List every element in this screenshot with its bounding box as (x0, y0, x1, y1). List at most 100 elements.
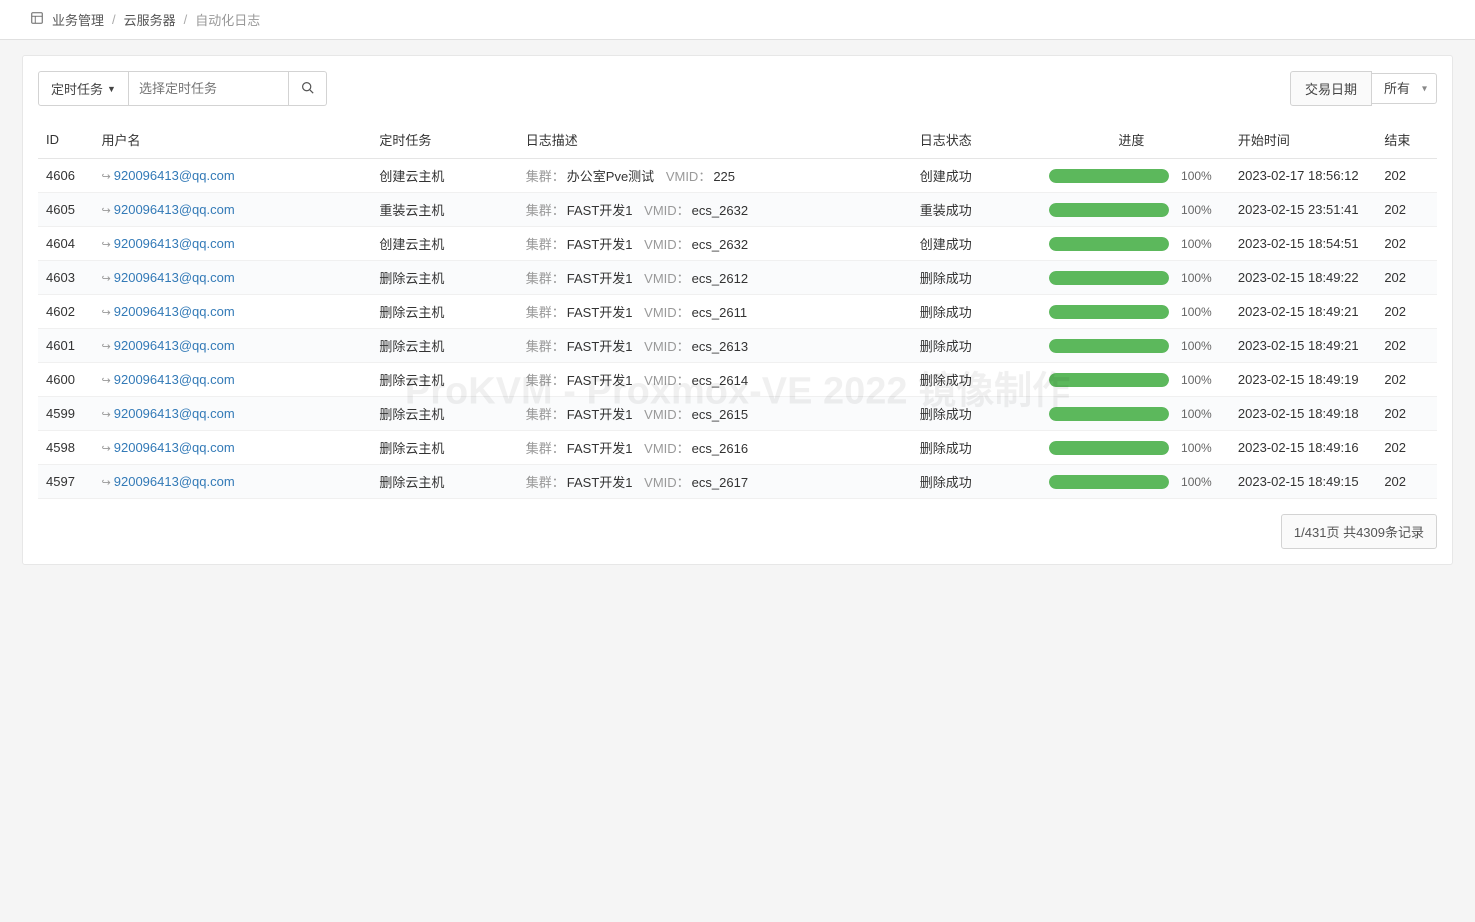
cell-end: 202 (1376, 363, 1437, 397)
progress-text: 100% (1179, 169, 1214, 183)
filter-dropdown-button[interactable]: 定时任务 ▼ (38, 71, 129, 106)
date-filter-select[interactable]: 所有 (1372, 73, 1437, 104)
vmid-label: VMID： (644, 373, 690, 388)
cell-user: ↪920096413@qq.com (94, 159, 372, 193)
external-link-icon: ↪ (102, 443, 111, 455)
cell-progress: 100% (1033, 329, 1230, 363)
user-link[interactable]: 920096413@qq.com (114, 168, 235, 183)
cell-start: 2023-02-15 18:49:22 (1230, 261, 1376, 295)
cell-desc: 集群：FAST开发1 VMID：ecs_2614 (518, 363, 912, 397)
cell-end: 202 (1376, 295, 1437, 329)
user-link[interactable]: 920096413@qq.com (114, 406, 235, 421)
cell-id: 4603 (38, 261, 94, 295)
cell-id: 4606 (38, 159, 94, 193)
cluster-label: 集群： (526, 373, 565, 388)
cluster-value: FAST开发1 (567, 373, 633, 388)
user-link[interactable]: 920096413@qq.com (114, 202, 235, 217)
breadcrumb-item-2[interactable]: 云服务器 (124, 10, 176, 29)
cell-desc: 集群：FAST开发1 VMID：ecs_2612 (518, 261, 912, 295)
cell-desc: 集群：FAST开发1 VMID：ecs_2632 (518, 227, 912, 261)
cell-progress: 100% (1033, 363, 1230, 397)
cell-task: 重装云主机 (371, 193, 517, 227)
cell-start: 2023-02-15 18:49:19 (1230, 363, 1376, 397)
progress-text: 100% (1179, 271, 1214, 285)
vmid-label: VMID： (644, 475, 690, 490)
cell-desc: 集群：办公室Pve测试 VMID：225 (518, 159, 912, 193)
vmid-label: VMID： (666, 169, 712, 184)
cell-desc: 集群：FAST开发1 VMID：ecs_2611 (518, 295, 912, 329)
cell-status: 重装成功 (912, 193, 1033, 227)
toolbar: 定时任务 ▼ 交易日期 所有 (38, 71, 1437, 106)
cell-id: 4600 (38, 363, 94, 397)
vmid-value: ecs_2612 (692, 271, 748, 286)
cell-status: 删除成功 (912, 295, 1033, 329)
cell-status: 删除成功 (912, 329, 1033, 363)
vmid-label: VMID： (644, 237, 690, 252)
filter-input[interactable] (129, 71, 289, 106)
cell-status: 创建成功 (912, 159, 1033, 193)
vmid-value: ecs_2611 (692, 305, 747, 320)
pagination-bar: 1/431页 共4309条记录 (38, 514, 1437, 549)
vmid-value: 225 (713, 169, 735, 184)
user-link[interactable]: 920096413@qq.com (114, 236, 235, 251)
cell-id: 4605 (38, 193, 94, 227)
cell-user: ↪920096413@qq.com (94, 227, 372, 261)
business-icon (30, 11, 44, 28)
cell-id: 4599 (38, 397, 94, 431)
breadcrumb-item-1[interactable]: 业务管理 (52, 10, 104, 29)
cluster-label: 集群： (526, 271, 565, 286)
progress-bar (1049, 271, 1169, 285)
cluster-value: FAST开发1 (567, 475, 633, 490)
cell-task: 删除云主机 (371, 363, 517, 397)
user-link[interactable]: 920096413@qq.com (114, 338, 235, 353)
cell-start: 2023-02-15 18:49:18 (1230, 397, 1376, 431)
cell-task: 创建云主机 (371, 159, 517, 193)
vmid-value: ecs_2614 (692, 373, 748, 388)
cell-id: 4604 (38, 227, 94, 261)
user-link[interactable]: 920096413@qq.com (114, 474, 235, 489)
table-row: 4604 ↪920096413@qq.com 创建云主机 集群：FAST开发1 … (38, 227, 1437, 261)
user-link[interactable]: 920096413@qq.com (114, 372, 235, 387)
external-link-icon: ↪ (102, 171, 111, 183)
cell-status: 删除成功 (912, 397, 1033, 431)
search-button[interactable] (289, 71, 327, 106)
progress-bar (1049, 373, 1169, 387)
cell-desc: 集群：FAST开发1 VMID：ecs_2632 (518, 193, 912, 227)
progress-bar (1049, 441, 1169, 455)
th-status: 日志状态 (912, 121, 1033, 159)
progress-bar (1049, 475, 1169, 489)
cell-desc: 集群：FAST开发1 VMID：ecs_2613 (518, 329, 912, 363)
cell-progress: 100% (1033, 159, 1230, 193)
cluster-value: FAST开发1 (567, 339, 633, 354)
breadcrumb-sep: / (184, 12, 188, 27)
vmid-value: ecs_2615 (692, 407, 748, 422)
page-info[interactable]: 1/431页 共4309条记录 (1281, 514, 1437, 549)
cell-user: ↪920096413@qq.com (94, 261, 372, 295)
cell-task: 删除云主机 (371, 295, 517, 329)
cluster-label: 集群： (526, 441, 565, 456)
cell-progress: 100% (1033, 465, 1230, 499)
vmid-value: ecs_2616 (692, 441, 748, 456)
table-row: 4598 ↪920096413@qq.com 删除云主机 集群：FAST开发1 … (38, 431, 1437, 465)
external-link-icon: ↪ (102, 409, 111, 421)
cell-progress: 100% (1033, 295, 1230, 329)
progress-text: 100% (1179, 475, 1214, 489)
log-table: ID 用户名 定时任务 日志描述 日志状态 进度 开始时间 结束 4606 ↪9… (38, 121, 1437, 499)
cell-progress: 100% (1033, 431, 1230, 465)
cell-start: 2023-02-15 18:49:15 (1230, 465, 1376, 499)
cell-user: ↪920096413@qq.com (94, 363, 372, 397)
cell-id: 4601 (38, 329, 94, 363)
user-link[interactable]: 920096413@qq.com (114, 304, 235, 319)
cell-user: ↪920096413@qq.com (94, 397, 372, 431)
table-row: 4602 ↪920096413@qq.com 删除云主机 集群：FAST开发1 … (38, 295, 1437, 329)
vmid-value: ecs_2632 (692, 237, 748, 252)
external-link-icon: ↪ (102, 205, 111, 217)
user-link[interactable]: 920096413@qq.com (114, 440, 235, 455)
th-id: ID (38, 121, 94, 159)
cell-end: 202 (1376, 159, 1437, 193)
user-link[interactable]: 920096413@qq.com (114, 270, 235, 285)
cell-start: 2023-02-15 18:49:21 (1230, 329, 1376, 363)
cell-user: ↪920096413@qq.com (94, 329, 372, 363)
cluster-label: 集群： (526, 339, 565, 354)
cell-desc: 集群：FAST开发1 VMID：ecs_2616 (518, 431, 912, 465)
